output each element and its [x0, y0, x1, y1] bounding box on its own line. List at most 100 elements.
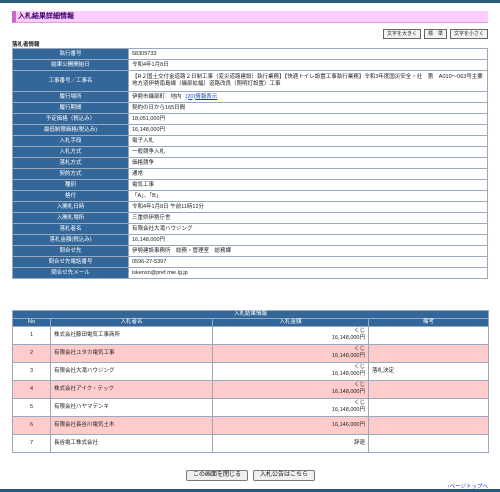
amount-value: 辞退 — [353, 439, 365, 446]
table-row: 7 長谷電工株式会社 辞退 — [12, 433, 490, 453]
detail-label: 格付 — [12, 190, 129, 202]
table-row: 2 有限会社ユタカ電気工事 くじ 16,148,000円 — [12, 343, 490, 363]
row-no: 1 — [12, 325, 51, 345]
detail-value: iskensn@pref.mie.lg.jp — [128, 267, 488, 279]
detail-label: 契約方式 — [12, 168, 129, 180]
bidder-name: 有限会社長谷川電気土木 — [50, 415, 213, 435]
font-standard-button[interactable]: 標 準 — [423, 29, 447, 39]
detail-value: 電気工事 — [128, 179, 488, 191]
amount-value: 16,148,000円 — [331, 407, 365, 414]
row-note — [367, 397, 490, 417]
detail-label: 入開札場所 — [12, 212, 129, 224]
top-bar — [0, 0, 500, 3]
bidder-name: 有限会社ハヤマデンキ — [50, 397, 213, 417]
page-title: 入札結果詳細情報 — [12, 11, 488, 23]
amount-value: 16,148,000円 — [331, 371, 365, 378]
detail-label: 入開札日時 — [12, 201, 129, 213]
bidder-name: 株式会社アイク・テック — [50, 379, 213, 399]
detail-value: 令和4年1月8日 — [128, 59, 488, 71]
row-note — [367, 325, 490, 345]
detail-label: 種別 — [12, 179, 129, 191]
detail-label: 最低制限価格(税込み) — [12, 124, 129, 136]
bid-amount: 16,146,000円 — [212, 415, 369, 435]
bid-detail-table: 執行番号 58305733 結果公開開始日 令和4年1月8日 工事番号／工事名 【R２… — [12, 48, 488, 279]
detail-value: 「A」、「B」 — [128, 190, 488, 202]
detail-value: 伊勢建設事務所 総務・管理室 総務課 — [128, 245, 488, 257]
font-larger-button[interactable]: 文字を大きく — [382, 29, 421, 39]
amount-value: 16,148,000円 — [331, 389, 365, 396]
bid-amount: くじ 16,148,000円 — [212, 325, 369, 345]
font-size-controls: 文字を大きく 標 準 文字を小さく — [382, 29, 488, 39]
detail-label: 予定価格（税込み） — [12, 113, 129, 125]
detail-label: 履行場所 — [12, 91, 129, 103]
row-note — [367, 379, 490, 399]
table-row: 1 株式会社藤田電気工事商所 くじ 16,148,000円 — [12, 325, 490, 345]
detail-value: 電子入札 — [128, 135, 488, 147]
detail-value: 18,051,000円 — [128, 113, 488, 125]
amount-value: 16,148,000円 — [331, 335, 365, 342]
col-bid-amount: 入札金額 — [212, 317, 369, 327]
col-note: 備考 — [367, 317, 490, 327]
table-row: 6 有限会社長谷川電気土木 16,146,000円 — [12, 415, 490, 435]
detail-value: 伊勢市磯部町 地内 (20)情報表示 — [128, 91, 488, 103]
location-text: 伊勢市磯部町 地内 — [132, 93, 182, 100]
detail-label: 問合せ先メール — [12, 267, 129, 279]
bid-amount: くじ 16,148,000円 — [212, 361, 369, 381]
detail-value: 令和4年1月8日 午前11時12分 — [128, 201, 488, 213]
row-note — [367, 433, 490, 453]
bid-amount: 辞退 — [212, 433, 369, 453]
detail-value: 16,148,000円 — [128, 124, 488, 136]
bid-amount: くじ 16,148,000円 — [212, 397, 369, 417]
table-row: 5 有限会社ハヤマデンキ くじ 16,148,000円 — [12, 397, 490, 417]
font-smaller-button[interactable]: 文字を小さく — [449, 29, 488, 39]
results-title: 入札結果情報 — [11, 310, 490, 319]
detail-value: 契約の日から165日間 — [128, 102, 488, 114]
detail-value: 通常 — [128, 168, 488, 180]
bid-amount: くじ 16,148,000円 — [212, 343, 369, 363]
amount-value: 16,148,000円 — [331, 353, 365, 360]
row-no: 2 — [12, 343, 51, 363]
detail-label: 執行番号 — [12, 48, 129, 60]
detail-label: 履行期間 — [12, 102, 129, 114]
detail-label: 落札方式 — [12, 157, 129, 169]
col-bidder-name: 入札者名 — [50, 317, 213, 327]
amount-value: 16,146,000円 — [331, 421, 365, 428]
bidder-name: 有限会社ユタカ電気工事 — [50, 343, 213, 363]
location-info-link[interactable]: (20)情報表示 — [186, 94, 218, 100]
section-label: 落札者情報 — [12, 42, 40, 48]
detail-value: 58305733 — [128, 48, 488, 60]
detail-value: 一般競争入札 — [128, 146, 488, 158]
detail-value: 価格競争 — [128, 157, 488, 169]
row-no: 3 — [12, 361, 51, 381]
detail-value: 【R２国土交付金道路２日制工事（変災道路建設）執行業務】【快適トイレ設置工事執行… — [128, 70, 488, 92]
row-no: 5 — [12, 397, 51, 417]
detail-label: 工事番号／工事名 — [12, 70, 129, 92]
row-no: 7 — [12, 433, 51, 453]
detail-value: 三重県伊勢庁舎 — [128, 212, 488, 224]
row-note — [367, 343, 490, 363]
detail-label: 入札方式 — [12, 146, 129, 158]
detail-value: 0596-27-5397 — [128, 256, 488, 268]
table-row: 3 有限会社大滝ハウジング くじ 16,148,000円 落札決定 — [12, 361, 490, 381]
col-no: No — [12, 317, 51, 327]
bidder-name: 株式会社藤田電気工事商所 — [50, 325, 213, 345]
bid-notice-button[interactable]: 入札公告はこちら — [253, 470, 315, 481]
detail-label: 落札者名 — [12, 223, 129, 235]
row-no: 6 — [12, 415, 51, 435]
row-note: 落札決定 — [367, 361, 490, 381]
detail-label: 入札手段 — [12, 135, 129, 147]
bidder-name: 長谷電工株式会社 — [50, 433, 213, 453]
bid-amount: くじ 16,148,000円 — [212, 379, 369, 399]
row-note — [367, 415, 490, 435]
detail-label: 結果公開開始日 — [12, 59, 129, 71]
bidder-name: 有限会社大滝ハウジング — [50, 361, 213, 381]
row-no: 4 — [12, 379, 51, 399]
detail-label: 落札金額(税込み) — [12, 234, 129, 246]
table-row: 4 株式会社アイク・テック くじ 16,148,000円 — [12, 379, 490, 399]
bid-results-table: 入札結果情報 No 入札者名 入札金額 備考 1 株式会社藤田電気工事商所 くじ… — [11, 310, 490, 453]
close-window-button[interactable]: この画面を閉じる — [186, 470, 248, 481]
detail-value: 有限会社大滝ハウジング — [128, 223, 488, 235]
detail-label: 問合せ先電話番号 — [12, 256, 129, 268]
detail-label: 問合せ先 — [12, 245, 129, 257]
detail-value: 16,148,000円 — [128, 234, 488, 246]
